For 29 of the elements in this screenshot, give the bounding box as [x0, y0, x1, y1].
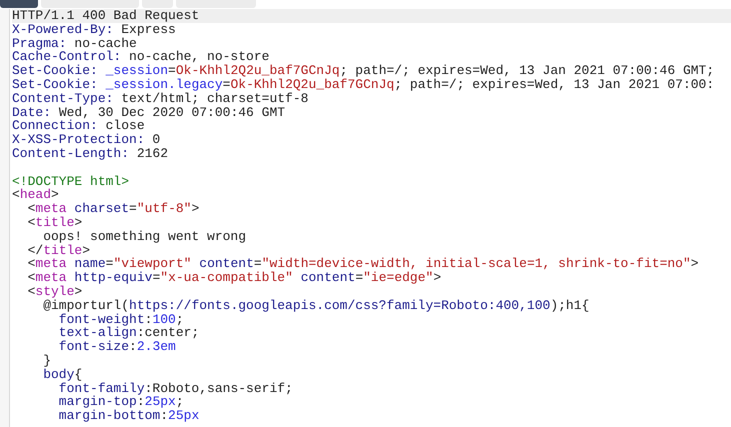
code-line: oops! something went wrong: [42, 230, 248, 244]
code-line: <style>: [26, 284, 82, 299]
code-line: X-XSS-Protection: 0: [12, 133, 162, 147]
code-line: @importurl(https://fonts.googleapis.com/css?family=Roboto:400,100);h1{: [43, 298, 590, 313]
code-line: font-weight:100;: [58, 312, 184, 326]
code-line: Pragma: no-cache: [12, 36, 137, 50]
code-line: Cache-Control: no-cache, no-store: [12, 50, 270, 64]
code-line: <title>: [26, 216, 84, 230]
code-line: <head>: [12, 188, 60, 202]
code-line: Date: Wed, 30 Dec 2020 07:00:46 GMT: [12, 106, 286, 120]
code-line: margin-top:25px;: [58, 395, 184, 410]
code-line: <meta name="viewport" content="width=device-width, initial-scale=1, shrink-to-fit=no">: [26, 257, 700, 272]
code-line: text-align:center;: [58, 326, 200, 340]
code-line: Set-Cookie: _session.legacy=Ok-Khhl2Q2u_baf7GCnJq; path=/; expires=Wed, 13 Jan 2021 07:00:: [12, 78, 716, 92]
code-line: }: [42, 354, 52, 368]
code-line: font-family:Roboto,sans-serif;: [58, 382, 294, 396]
tab[interactable]: [0, 0, 38, 8]
code-line: <meta http-equiv="x-ua-compatible" content="ie=edge">: [26, 271, 442, 285]
code-line: <!DOCTYPE html>: [12, 174, 130, 188]
code-line: Content-Type: text/html; charset=utf-8: [12, 92, 308, 106]
code-line: Content-Length: 2162: [12, 146, 170, 161]
code-line: Set-Cookie: _session=Ok-Khhl2Q2u_baf7GCnJq; path=/; expires=Wed, 13 Jan 2021 07:00:46 GMT;: [12, 64, 716, 78]
code-line: font-size:2.3em: [58, 340, 177, 354]
code-line: Connection: close: [12, 119, 146, 134]
code-line: <meta charset="utf-8">: [26, 202, 200, 216]
code-line: </title>: [26, 244, 91, 258]
code-line: body{: [42, 368, 84, 382]
code-line: margin-bottom:25px: [58, 409, 200, 423]
code-line: X-Powered-By: Express: [12, 22, 176, 37]
